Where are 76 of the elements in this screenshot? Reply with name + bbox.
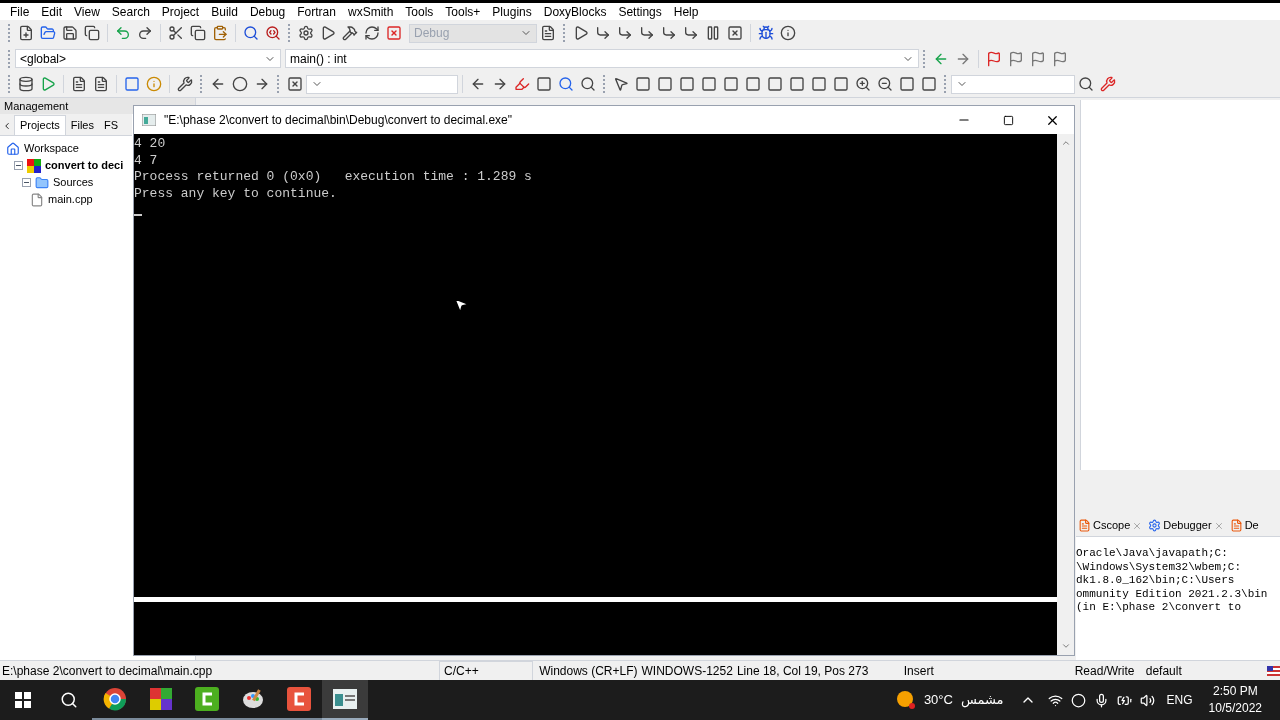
letter-c-icon [195, 687, 219, 711]
menu-item[interactable]: File [4, 2, 36, 21]
menu-item[interactable]: wxSmith [341, 2, 400, 21]
folder-icon [35, 175, 49, 190]
log-line: Oracle\Java\javapath;C: [1076, 547, 1229, 561]
text-cursor [134, 214, 142, 216]
window-icon [333, 689, 357, 709]
sun-icon [895, 690, 916, 710]
blocks-icon [150, 688, 172, 710]
panel-tab[interactable]: FS [99, 115, 124, 135]
menu-item[interactable]: Debug [243, 2, 292, 21]
panel-title: Management [4, 98, 69, 114]
menu-item[interactable]: Settings [612, 2, 668, 21]
tree-item[interactable]: main.cpp [48, 191, 93, 208]
log-tab[interactable]: De [1227, 517, 1261, 534]
menu-item[interactable]: DoxyBlocks [537, 2, 613, 21]
collapse-icon[interactable] [22, 178, 31, 187]
wifi-icon[interactable] [1047, 692, 1063, 708]
microphone-icon[interactable] [1093, 692, 1109, 708]
menu-item[interactable]: Search [105, 2, 156, 21]
log-line: dk1.8.0_162\bin;C:\Users [1076, 574, 1236, 588]
menu-item[interactable]: Help [667, 2, 705, 21]
status-field: E:\phase 2\convert to decimal\main.cpp [0, 661, 437, 680]
language-indicator[interactable]: ENG [1166, 691, 1193, 709]
menu-item[interactable]: Project [155, 2, 206, 21]
maximize-icon [1002, 114, 1014, 126]
status-field: WINDOWS-1252 [637, 661, 733, 680]
log-tab[interactable]: Cscope [1076, 517, 1145, 534]
console-app-icon [142, 114, 156, 126]
function-select[interactable]: main() : int [285, 49, 919, 68]
tree-item[interactable]: Workspace [24, 140, 79, 157]
panel-tab[interactable]: Projects [14, 115, 66, 135]
clock-date: 10/5/2022 [1208, 700, 1262, 717]
window-title: "E:\phase 2\convert to decimal\bin\Debug\convert to decimal.exe" [164, 112, 514, 129]
clock-time: 2:50 PM [1212, 683, 1258, 700]
console-line: Press any key to continue. [134, 185, 338, 202]
menu-item[interactable]: Tools [399, 2, 440, 21]
document-icon [1229, 519, 1243, 532]
console-line: Process returned 0 (0x0) execution time : 1.289 s [134, 169, 533, 186]
tree-item[interactable]: convert to deci [45, 157, 124, 174]
color-grid-icon [27, 158, 41, 173]
scroll-left-icon[interactable] [2, 121, 12, 131]
scope-select[interactable]: <global> [15, 49, 281, 68]
taskbar-app[interactable] [322, 680, 368, 720]
weather-temperature: 30°C [923, 691, 953, 710]
menu-item[interactable]: Edit [35, 2, 69, 21]
status-field: Line 18, Col 19, Pos 273 [732, 661, 900, 680]
palette-icon [241, 687, 265, 711]
log-line: \Windows\System32\wbem;C: [1076, 560, 1243, 574]
status-field: Read/Write [1072, 661, 1142, 680]
browser-icon [103, 687, 127, 711]
collapse-icon[interactable] [14, 161, 23, 170]
log-line: ommunity Edition 2021.2.3\bin [1076, 587, 1269, 601]
status-field: Insert [899, 661, 1021, 680]
menu-item[interactable]: Tools+ [439, 2, 487, 21]
us-flag-icon [1266, 665, 1280, 676]
panel-tab[interactable]: Files [65, 115, 99, 135]
status-field: Windows (CR+LF) [533, 661, 638, 680]
circle-icon[interactable] [1070, 692, 1086, 708]
house-icon [6, 141, 20, 156]
gear-icon [1148, 519, 1162, 532]
letter-c-icon [287, 687, 311, 711]
console-line: 4 20 [134, 136, 167, 153]
tree-item[interactable]: Sources [53, 174, 94, 191]
menu-item[interactable]: View [68, 2, 106, 21]
log-line: (in E:\phase 2\convert to [1076, 601, 1243, 615]
weather-condition: مشمس [960, 691, 1004, 710]
status-field: default [1141, 661, 1219, 680]
console-line: 4 7 [134, 152, 159, 169]
log-tab[interactable]: Debugger [1146, 517, 1226, 534]
speaker-icon[interactable] [1139, 692, 1155, 708]
document-icon [1078, 519, 1091, 532]
menu-item[interactable]: Plugins [486, 2, 538, 21]
menu-item[interactable]: Fortran [291, 2, 342, 21]
file-icon [30, 192, 44, 207]
menu-item[interactable]: Build [205, 2, 244, 21]
